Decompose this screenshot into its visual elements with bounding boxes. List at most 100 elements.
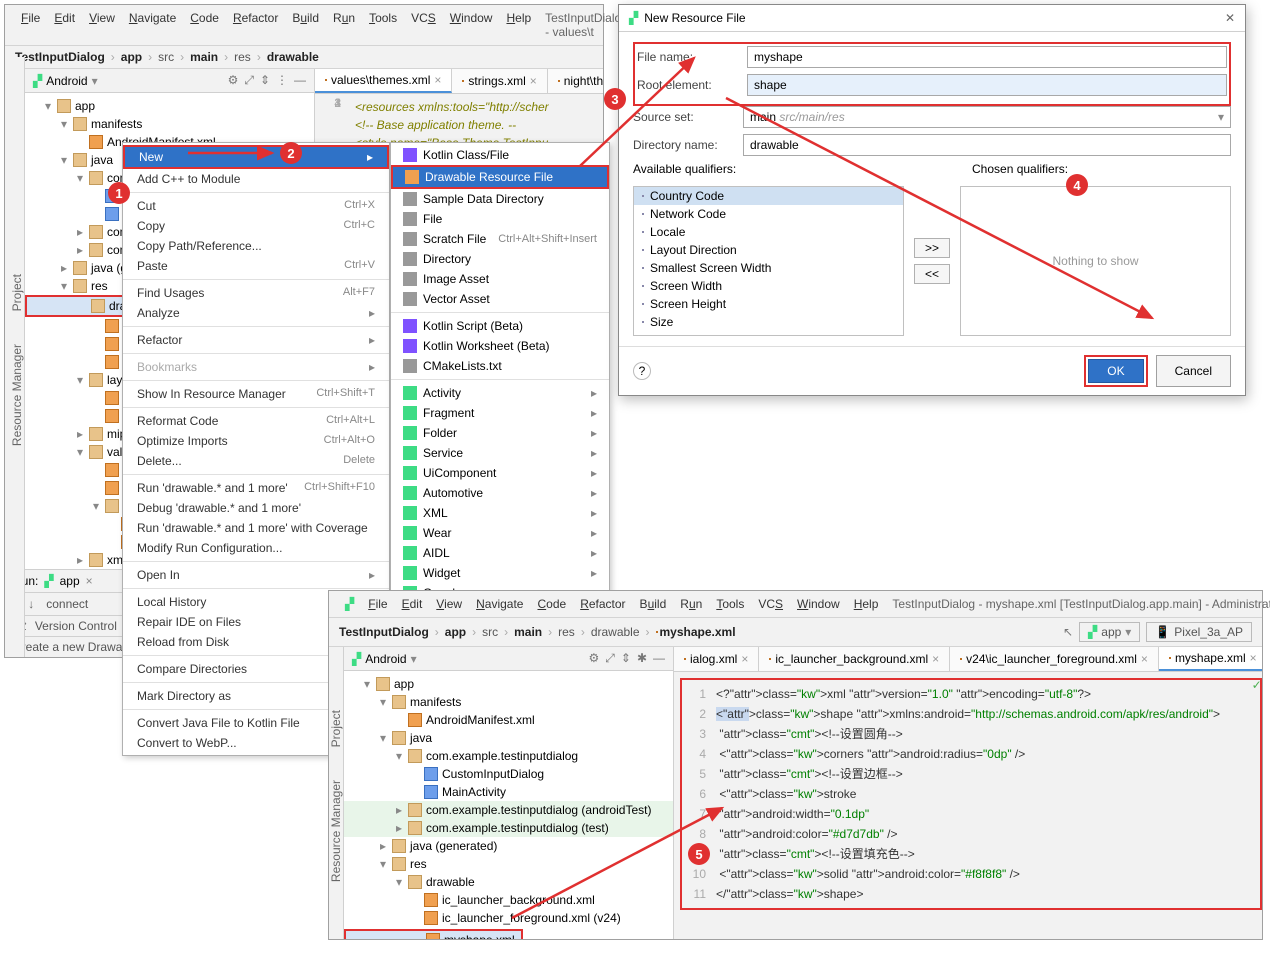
breadcrumb-item[interactable]: res [234, 50, 251, 64]
leftbar-resource-manager[interactable]: Resource Manager [10, 344, 24, 446]
settings-icon[interactable]: ⋮ [276, 73, 288, 88]
project-view-dropdown[interactable]: Android [46, 74, 87, 88]
context-menu-item[interactable]: Delete...Delete [123, 451, 389, 471]
tree-node[interactable]: ▸com.example.testinputdialog (test) [344, 819, 673, 837]
menu-edit[interactable]: Edit [48, 9, 81, 41]
submenu-item[interactable]: AIDL▸ [391, 543, 609, 563]
menu-edit[interactable]: Edit [396, 595, 429, 613]
submenu-item[interactable]: Image Asset [391, 269, 609, 289]
submenu-item[interactable]: Widget▸ [391, 563, 609, 583]
tree-node[interactable]: CustomInputDialog [344, 765, 673, 783]
menu-tools[interactable]: Tools [363, 9, 403, 41]
context-menu-item[interactable]: Run 'drawable.* and 1 more'Ctrl+Shift+F1… [123, 478, 389, 498]
leftbar-project[interactable]: Project [10, 274, 24, 311]
tree-node[interactable]: ▾app [344, 675, 673, 693]
menu-file[interactable]: File [362, 595, 393, 613]
submenu-item[interactable]: Automotive▸ [391, 483, 609, 503]
submenu-item[interactable]: Wear▸ [391, 523, 609, 543]
editor-tab[interactable]: strings.xml× [452, 69, 547, 93]
remove-qualifier-button[interactable]: << [914, 264, 950, 284]
menu-build[interactable]: Build [634, 595, 673, 613]
help-icon[interactable]: ? [633, 362, 651, 380]
breadcrumb-item[interactable]: drawable [591, 625, 640, 639]
tree-node[interactable]: ▾manifests [25, 115, 314, 133]
context-menu-item[interactable]: Add C++ to Module [123, 169, 389, 189]
chosen-qualifiers-list[interactable]: Nothing to show [960, 186, 1231, 336]
submenu-item[interactable]: Kotlin Worksheet (Beta) [391, 336, 609, 356]
available-qualifiers-list[interactable]: Country CodeNetwork CodeLocaleLayout Dir… [633, 186, 904, 336]
submenu-item[interactable]: XML▸ [391, 503, 609, 523]
root-element-input[interactable] [747, 74, 1227, 96]
submenu-item[interactable]: Fragment▸ [391, 403, 609, 423]
breadcrumb-item[interactable]: main [514, 625, 542, 639]
context-menu-item[interactable]: CopyCtrl+C [123, 216, 389, 236]
submenu-item[interactable]: Scratch FileCtrl+Alt+Shift+Insert [391, 229, 609, 249]
menu-vcs[interactable]: VCS [405, 9, 442, 41]
menu-navigate[interactable]: Navigate [470, 595, 529, 613]
menu-window[interactable]: Window [791, 595, 846, 613]
collapse-icon[interactable]: ⇕ [260, 73, 270, 88]
context-menu-item[interactable]: CutCtrl+X [123, 196, 389, 216]
submenu-item[interactable]: Service▸ [391, 443, 609, 463]
qualifier-item[interactable]: Screen Height [634, 295, 903, 313]
menu-tools[interactable]: Tools [710, 595, 750, 613]
context-menu-item[interactable]: Open In [123, 565, 389, 585]
qualifier-item[interactable]: Screen Width [634, 277, 903, 295]
breadcrumb-item[interactable]: myshape.xml [660, 625, 736, 639]
breadcrumb-item[interactable]: main [190, 50, 218, 64]
tree-node[interactable]: ic_launcher_foreground.xml (v24) [344, 909, 673, 927]
menu-run[interactable]: Run [674, 595, 708, 613]
breadcrumb-item[interactable]: drawable [267, 50, 319, 64]
context-menu-item[interactable]: New [125, 147, 387, 167]
context-menu-item[interactable]: Show In Resource ManagerCtrl+Shift+T [123, 384, 389, 404]
file-name-input[interactable] [747, 46, 1227, 68]
editor-tab[interactable]: ic_launcher_background.xml× [759, 647, 950, 671]
gear-icon[interactable]: ⚙ [589, 651, 600, 666]
menu-view[interactable]: View [430, 595, 468, 613]
cancel-button[interactable]: Cancel [1156, 355, 1231, 387]
context-menu-item[interactable]: Debug 'drawable.* and 1 more' [123, 498, 389, 518]
add-qualifier-button[interactable]: >> [914, 238, 950, 258]
menu-help[interactable]: Help [500, 9, 537, 41]
tree-node[interactable]: ▾manifests [344, 693, 673, 711]
submenu-item[interactable]: Sample Data Directory [391, 189, 609, 209]
tree-node[interactable]: ▸java (generated) [344, 837, 673, 855]
editor-tab[interactable]: v24\ic_launcher_foreground.xml× [950, 647, 1159, 671]
run-config-tab[interactable]: app [60, 574, 80, 588]
menu-help[interactable]: Help [848, 595, 885, 613]
breadcrumb-item[interactable]: res [558, 625, 575, 639]
tree-node[interactable]: ▾app [25, 97, 314, 115]
settings-icon[interactable]: ✱ [637, 651, 647, 666]
close-icon[interactable]: × [86, 574, 93, 588]
menu-view[interactable]: View [83, 9, 121, 41]
close-icon[interactable]: ✕ [1225, 11, 1235, 25]
project-tree[interactable]: ▾app▾manifestsAndroidManifest.xml▾java▾c… [344, 671, 673, 939]
menu-navigate[interactable]: Navigate [123, 9, 182, 41]
submenu-item[interactable]: Vector Asset [391, 289, 609, 309]
submenu-item[interactable]: Kotlin Class/File [391, 145, 609, 165]
menu-refactor[interactable]: Refactor [574, 595, 631, 613]
menu-file[interactable]: File [15, 9, 46, 41]
submenu-item[interactable]: File [391, 209, 609, 229]
tree-node[interactable]: ▾java [344, 729, 673, 747]
tree-node[interactable]: ▾res [344, 855, 673, 873]
code-editor[interactable]: 1<?"attr">class="kw">xml "attr">version=… [686, 684, 1256, 904]
context-menu-item[interactable]: Bookmarks [123, 357, 389, 377]
qualifier-item[interactable]: Smallest Screen Width [634, 259, 903, 277]
qualifier-item[interactable]: Network Code [634, 205, 903, 223]
hide-icon[interactable]: — [294, 73, 306, 88]
breadcrumb-item[interactable]: TestInputDialog [339, 625, 429, 639]
breadcrumb-item[interactable]: app [121, 50, 142, 64]
leftbar-project[interactable]: Project [329, 710, 343, 747]
tree-node[interactable]: myshape.xml [346, 931, 521, 939]
menu-code[interactable]: Code [184, 9, 225, 41]
context-menu-item[interactable]: Analyze [123, 303, 389, 323]
collapse-icon[interactable]: ⇕ [621, 651, 631, 666]
qualifier-item[interactable]: Locale [634, 223, 903, 241]
context-menu-item[interactable]: Refactor [123, 330, 389, 350]
leftbar-resource-manager[interactable]: Resource Manager [329, 780, 343, 882]
context-menu-item[interactable]: Modify Run Configuration... [123, 538, 389, 558]
editor-tab[interactable]: night\th× [548, 69, 603, 93]
version-control-tab[interactable]: Version Control [35, 619, 117, 633]
breadcrumb-item[interactable]: src [158, 50, 174, 64]
